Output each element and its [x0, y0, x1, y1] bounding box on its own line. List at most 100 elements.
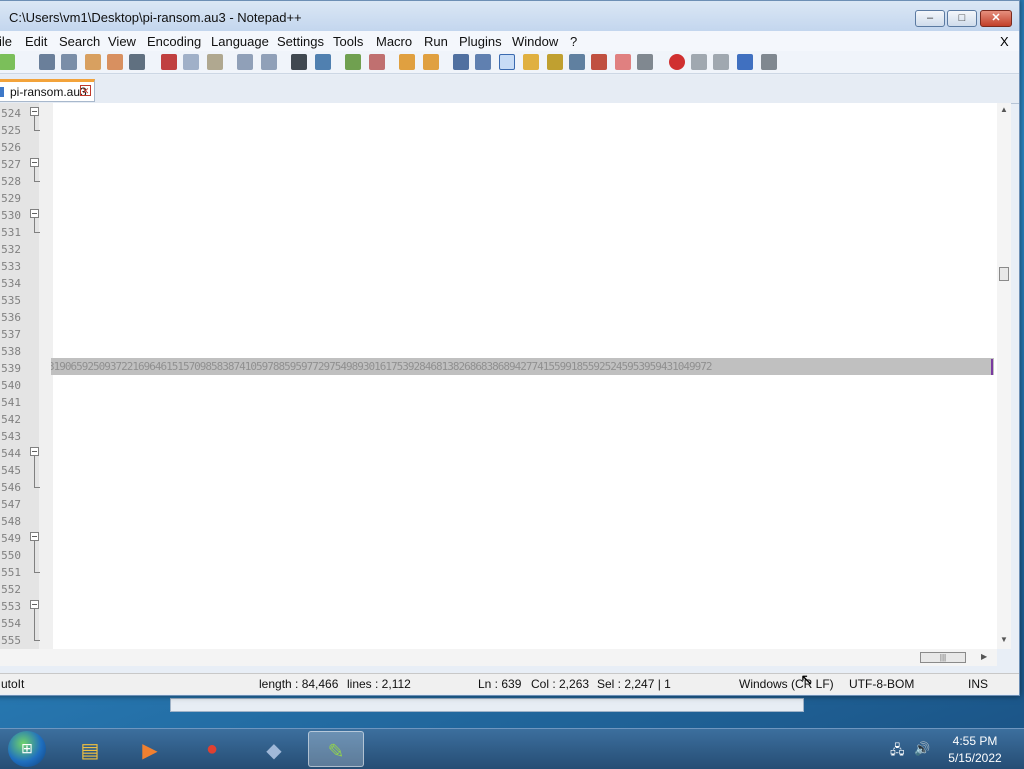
eye-icon[interactable] [637, 54, 653, 70]
replace-icon[interactable] [315, 54, 331, 70]
vertical-scrollbar[interactable]: ▲ ▼ [997, 103, 1011, 649]
editor-area[interactable]: 524 525 526 527 528 529 530 531 532 533 534 535 536 5… [0, 103, 997, 649]
menu-plugins[interactable]: Plugins [459, 34, 502, 49]
horizontal-scrollbar[interactable]: ||| ▶ [0, 649, 997, 666]
fold-margin[interactable] [39, 103, 53, 649]
tab-pi-ransom[interactable]: pi-ransom.au3 ✕ [0, 79, 95, 102]
clock-date[interactable]: 5/15/2022 [940, 751, 1010, 765]
selected-line[interactable]: 3190659250937221696461515709858387410597… [51, 358, 994, 375]
minimize-button[interactable]: – [915, 10, 945, 27]
title-bar[interactable]: C:\Users\vm1\Desktop\pi-ransom.au3 - Not… [0, 1, 1019, 31]
user-defined-language-icon[interactable] [523, 54, 539, 70]
media-player-icon: ▶ [142, 740, 158, 762]
fold-toggle-icon[interactable] [30, 447, 39, 456]
zoom-in-icon[interactable] [345, 54, 361, 70]
fold-line [34, 456, 35, 488]
document-map-icon[interactable] [547, 54, 563, 70]
horizontal-scroll-thumb[interactable]: ||| [920, 652, 966, 663]
volume-icon[interactable]: 🔊 [914, 741, 930, 757]
close-icon[interactable] [85, 54, 101, 70]
copy-icon[interactable] [183, 54, 199, 70]
print-icon[interactable] [129, 54, 145, 70]
sync-vertical-icon[interactable] [399, 54, 415, 70]
menu-search[interactable]: Search [59, 34, 100, 49]
menu-language[interactable]: Language [211, 34, 269, 49]
record-macro-icon[interactable] [669, 54, 685, 70]
menu-macro[interactable]: Macro [376, 34, 412, 49]
start-button[interactable]: ⊞ [8, 731, 46, 767]
menu-bar: ile Edit Search View Encoding Language S… [0, 31, 1019, 51]
scroll-down-icon[interactable]: ▼ [1000, 635, 1008, 644]
fold-end-marker [34, 487, 40, 488]
stop-record-icon[interactable] [691, 54, 707, 70]
line-number: 524 [1, 107, 21, 120]
menu-view[interactable]: View [108, 34, 136, 49]
scroll-right-icon[interactable]: ▶ [981, 652, 987, 661]
undo-icon[interactable] [237, 54, 253, 70]
line-number: 549 [1, 532, 21, 545]
status-encoding[interactable]: UTF-8-BOM [849, 677, 914, 691]
sync-horizontal-icon[interactable] [423, 54, 439, 70]
menu-tools[interactable]: Tools [333, 34, 363, 49]
fold-toggle-icon[interactable] [30, 209, 39, 218]
word-wrap-icon[interactable] [453, 54, 469, 70]
line-number: 550 [1, 549, 21, 562]
close-all-icon[interactable] [107, 54, 123, 70]
line-number: 527 [1, 158, 21, 171]
line-number: 554 [1, 617, 21, 630]
save-all-icon[interactable] [61, 54, 77, 70]
run-macro-multiple-icon[interactable] [737, 54, 753, 70]
fold-line [34, 167, 35, 182]
maximize-button[interactable]: □ [947, 10, 977, 27]
cut-icon[interactable] [161, 54, 177, 70]
show-all-characters-icon[interactable] [475, 54, 491, 70]
menu-help[interactable]: ? [570, 34, 577, 49]
taskbar-explorer[interactable]: ▤ [62, 731, 118, 767]
redo-icon[interactable] [261, 54, 277, 70]
paste-icon[interactable] [207, 54, 223, 70]
close-document-button[interactable]: X [1000, 34, 1009, 49]
menu-encoding[interactable]: Encoding [147, 34, 201, 49]
close-icon: ✕ [991, 12, 1001, 24]
vertical-scroll-thumb[interactable] [999, 267, 1009, 281]
close-button[interactable]: ✕ [980, 10, 1012, 27]
menu-run[interactable]: Run [424, 34, 448, 49]
fold-toggle-icon[interactable] [30, 532, 39, 541]
status-eol[interactable]: Windows (CR LF) [739, 677, 834, 691]
play-macro-icon[interactable] [713, 54, 729, 70]
find-icon[interactable] [291, 54, 307, 70]
menu-edit[interactable]: Edit [25, 34, 47, 49]
scroll-up-icon[interactable]: ▲ [1000, 105, 1008, 114]
text-caret [991, 359, 993, 375]
taskbar-chrome[interactable]: ● [184, 731, 240, 767]
taskbar-autoit[interactable]: ◆ [246, 731, 302, 767]
indent-guide-icon[interactable] [499, 54, 515, 70]
zoom-out-icon[interactable] [369, 54, 385, 70]
folder-as-workspace-icon[interactable] [591, 54, 607, 70]
line-number: 543 [1, 430, 21, 443]
taskbar-notepadpp[interactable]: ✎ [308, 731, 364, 767]
notepadpp-window: C:\Users\vm1\Desktop\pi-ransom.au3 - Not… [0, 0, 1020, 696]
fold-line [34, 541, 35, 573]
menu-settings[interactable]: Settings [277, 34, 324, 49]
menu-window[interactable]: Window [512, 34, 558, 49]
fold-toggle-icon[interactable] [30, 107, 39, 116]
save-icon[interactable] [39, 54, 55, 70]
fold-toggle-icon[interactable] [30, 158, 39, 167]
monitoring-icon[interactable] [615, 54, 631, 70]
tab-close-icon[interactable]: ✕ [80, 85, 91, 96]
save-macro-icon[interactable] [761, 54, 777, 70]
background-window-edge [170, 698, 804, 712]
taskbar-media-player[interactable]: ▶ [122, 731, 178, 767]
line-number: 526 [1, 141, 21, 154]
line-number: 528 [1, 175, 21, 188]
network-icon[interactable]: 🖧 [890, 741, 905, 763]
fold-toggle-icon[interactable] [30, 600, 39, 609]
clock-time[interactable]: 4:55 PM [940, 734, 1010, 748]
window-title: C:\Users\vm1\Desktop\pi-ransom.au3 - Not… [9, 10, 302, 25]
file-icon [0, 87, 4, 97]
tab-bar: pi-ransom.au3 ✕ [0, 75, 1019, 104]
menu-file[interactable]: ile [0, 34, 12, 49]
open-file-icon[interactable] [0, 54, 15, 70]
function-list-icon[interactable] [569, 54, 585, 70]
